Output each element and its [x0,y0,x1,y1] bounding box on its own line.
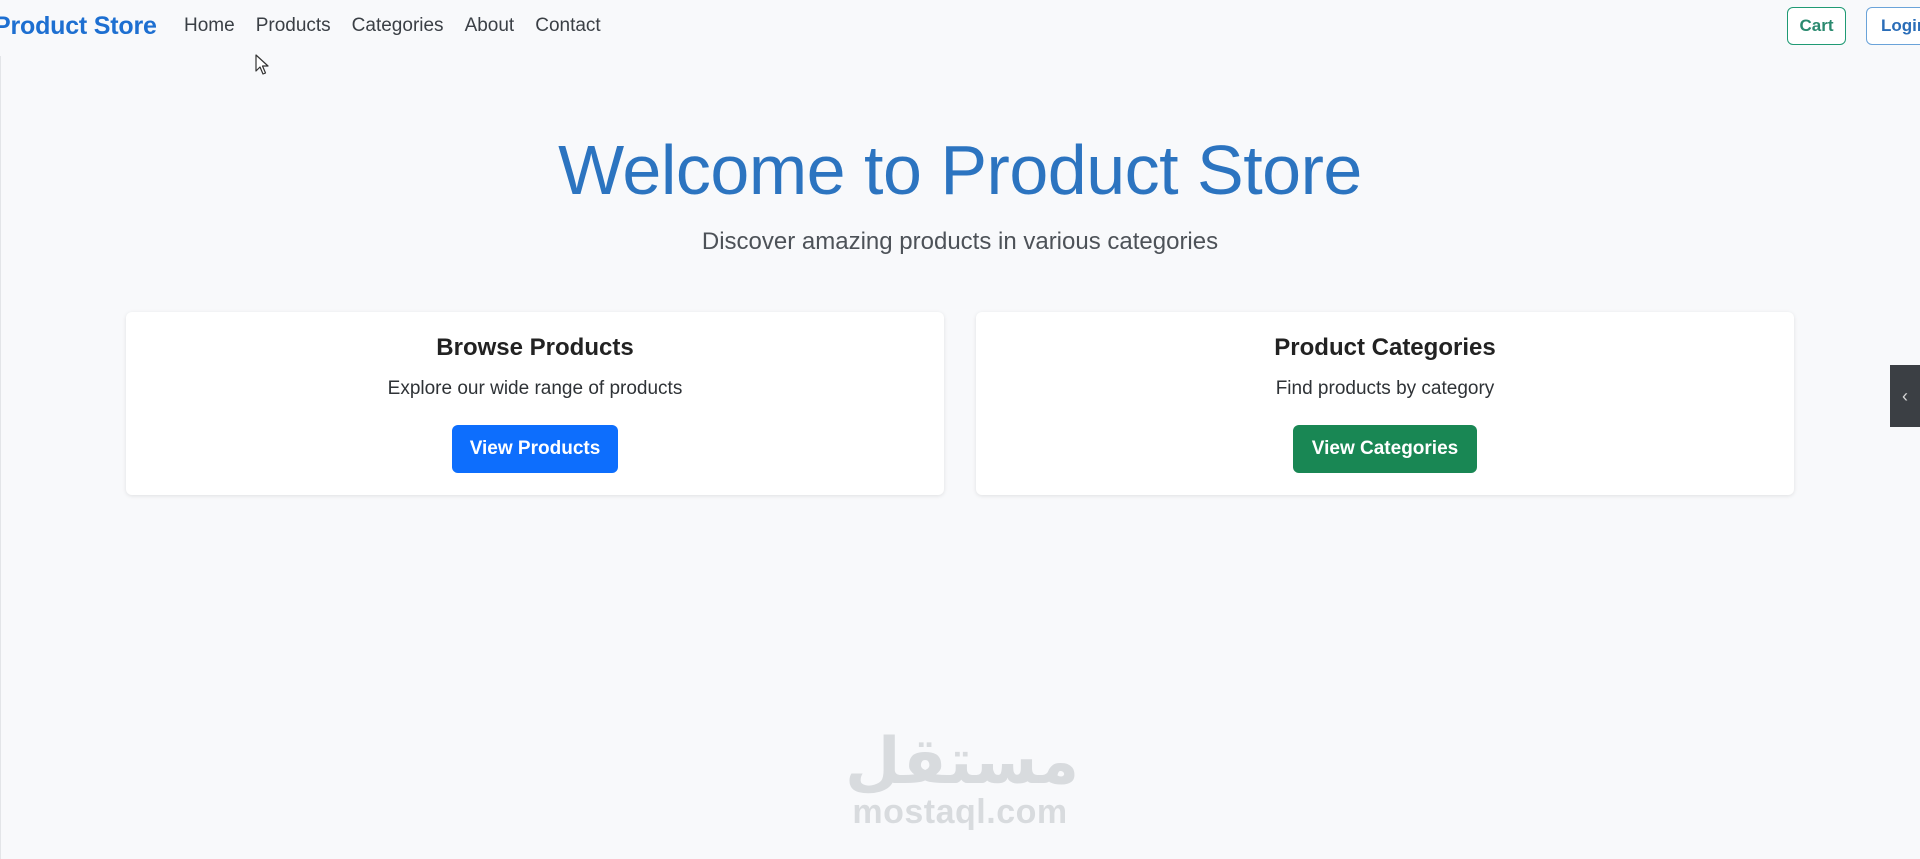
hero-subtitle: Discover amazing products in various cat… [701,228,1219,255]
nav-link-home[interactable]: Home [184,15,235,37]
product-categories-card: Product Categories Find products by cate… [976,312,1794,495]
page: Product Store Home Products Categories A… [0,0,1920,859]
cart-button[interactable]: Cart [1787,7,1846,45]
side-panel-toggle[interactable]: ‹ [1890,365,1920,427]
watermark-latin: mostaql.com [852,793,1068,831]
view-categories-button[interactable]: View Categories [1293,425,1477,473]
nav-link-about[interactable]: About [465,15,515,37]
browse-products-card: Browse Products Explore our wide range o… [126,312,944,495]
nav-links: Home Products Categories About Contact [184,15,622,37]
chevron-left-icon: ‹ [1902,385,1908,406]
card-title: Browse Products [436,334,634,361]
view-products-button[interactable]: View Products [452,425,618,473]
nav-link-categories[interactable]: Categories [352,15,444,37]
mouse-cursor-icon [255,54,269,75]
watermark-logo: مستقل mostaql.com [845,725,1080,840]
nav-link-contact[interactable]: Contact [535,15,600,37]
login-button[interactable]: Login [1866,7,1920,45]
card-text: Explore our wide range of products [387,378,683,399]
watermark-arabic: مستقل [845,725,1080,799]
nav-link-products[interactable]: Products [256,15,331,37]
navbar: Product Store Home Products Categories A… [0,0,1920,56]
card-title: Product Categories [1274,334,1496,361]
card-text: Find products by category [1275,378,1495,399]
brand-logo[interactable]: Product Store [0,12,157,41]
hero-title: Welcome to Product Store [558,131,1362,209]
